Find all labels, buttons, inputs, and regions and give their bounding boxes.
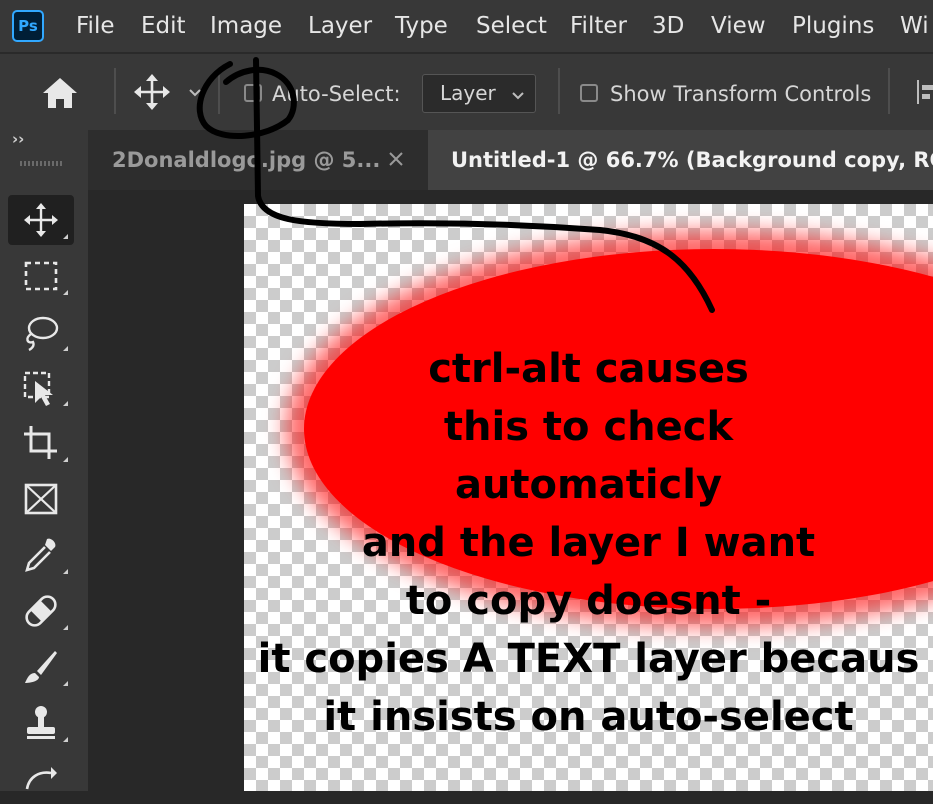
- lasso-tool[interactable]: [8, 307, 74, 357]
- move-tool[interactable]: [8, 195, 74, 245]
- tool-group-indicator: [63, 457, 68, 462]
- annotation-line: and the layer I want: [361, 520, 816, 566]
- bandage-icon: [25, 595, 57, 627]
- annotation-text: ctrl-alt causes this to check automaticl…: [244, 340, 933, 746]
- annotation-line: this to check: [443, 404, 734, 450]
- annotation-line: automaticly: [454, 462, 723, 508]
- menu-plugins[interactable]: Plugins: [792, 12, 874, 40]
- frame-tool[interactable]: [8, 474, 74, 524]
- home-icon[interactable]: [40, 74, 80, 116]
- tab-2donaldlogo[interactable]: 2Donaldlogo.jpg @ 5...: [88, 130, 428, 190]
- annotation-line: it copies A TEXT layer becaus: [257, 636, 920, 682]
- lasso-icon: [26, 316, 59, 352]
- menu-edit[interactable]: Edit: [141, 12, 186, 40]
- layer-dropdown-value: Layer: [440, 81, 496, 105]
- tool-group-indicator: [63, 681, 68, 686]
- menu-window[interactable]: Wi: [900, 12, 929, 40]
- tab-label: 2Donaldlogo.jpg @ 5...: [112, 148, 381, 172]
- clone-stamp-tool[interactable]: [8, 698, 74, 748]
- expand-panel-toggle[interactable]: ››: [12, 130, 24, 148]
- tool-group-indicator: [63, 625, 68, 630]
- options-separator: [218, 68, 220, 114]
- marquee-tool[interactable]: [8, 251, 74, 301]
- chevron-down-icon[interactable]: [188, 84, 202, 103]
- align-icon[interactable]: [916, 78, 933, 110]
- marquee-icon: [24, 261, 58, 291]
- brush-icon: [25, 651, 57, 683]
- annotation-line: to copy doesnt -: [405, 578, 772, 624]
- annotation-line: it insists on auto-select: [323, 694, 854, 740]
- tool-group-indicator: [63, 737, 68, 742]
- auto-select-label: Auto-Select:: [272, 82, 401, 106]
- menu-view[interactable]: View: [711, 12, 766, 40]
- menu-filter[interactable]: Filter: [570, 12, 627, 40]
- options-separator: [114, 68, 116, 114]
- object-selection-icon: [23, 371, 53, 406]
- healing-brush-tool[interactable]: [8, 586, 74, 636]
- brush-tool[interactable]: [8, 642, 74, 692]
- stamp-icon: [27, 706, 55, 739]
- tool-group-indicator: [63, 569, 68, 574]
- menu-3d[interactable]: 3D: [652, 12, 684, 40]
- chevron-down-icon: [511, 87, 525, 106]
- show-transform-controls-checkbox[interactable]: [580, 84, 598, 102]
- crop-icon: [24, 426, 57, 459]
- close-icon[interactable]: [388, 151, 404, 171]
- menu-bar: Ps File Edit Image Layer Type Select Fil…: [0, 0, 933, 52]
- move-tool-preset-icon[interactable]: [132, 72, 172, 116]
- tool-group-indicator: [63, 401, 68, 406]
- auto-select-checkbox[interactable]: [244, 84, 262, 102]
- options-separator: [558, 68, 560, 114]
- tool-group-indicator: [63, 346, 68, 351]
- history-brush-icon: [25, 767, 57, 790]
- object-selection-tool[interactable]: [8, 362, 74, 412]
- menu-image[interactable]: Image: [210, 12, 282, 40]
- menu-type[interactable]: Type: [395, 12, 448, 40]
- tab-untitled-1[interactable]: Untitled-1 @ 66.7% (Background copy, RGB: [428, 130, 933, 190]
- panel-grip[interactable]: [20, 161, 62, 166]
- layer-dropdown[interactable]: Layer: [422, 74, 536, 113]
- tab-label: Untitled-1 @ 66.7% (Background copy, RGB: [451, 148, 933, 172]
- menu-layer[interactable]: Layer: [308, 12, 372, 40]
- eyedropper-icon: [25, 538, 56, 572]
- tool-group-indicator: [63, 234, 68, 239]
- options-bar: Auto-Select: Layer Show Transform Contro…: [0, 54, 933, 130]
- show-transform-controls-label: Show Transform Controls: [610, 82, 872, 106]
- tool-group-indicator: [63, 290, 68, 295]
- annotation-line: ctrl-alt causes: [428, 346, 749, 392]
- eyedropper-tool[interactable]: [8, 530, 74, 580]
- menu-select[interactable]: Select: [476, 12, 547, 40]
- history-brush-tool[interactable]: [8, 754, 74, 804]
- frame-icon: [24, 483, 58, 515]
- crop-tool[interactable]: [8, 418, 74, 468]
- options-separator: [888, 68, 890, 114]
- move-icon: [24, 203, 58, 237]
- photoshop-logo[interactable]: Ps: [12, 10, 44, 42]
- menu-file[interactable]: File: [76, 12, 115, 40]
